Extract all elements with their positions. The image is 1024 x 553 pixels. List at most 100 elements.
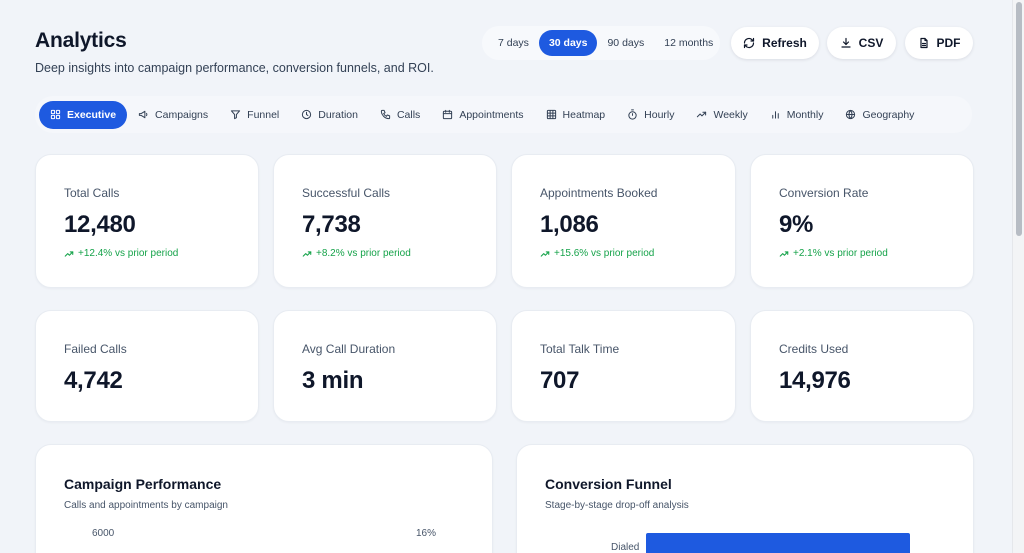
pdf-label: PDF (936, 36, 961, 50)
trend-text: +2.1% vs prior period (793, 248, 888, 259)
stat-card-conversion-rate: Conversion Rate 9% +2.1% vs prior period (750, 154, 974, 288)
stat-trend: +15.6% vs prior period (540, 248, 654, 259)
funnel-stage-label: Dialed (611, 542, 640, 553)
trending-up-icon (302, 250, 312, 257)
document-icon (919, 37, 928, 49)
stat-value: 3 min (302, 367, 364, 394)
stat-label: Conversion Rate (779, 186, 869, 200)
tab-geography[interactable]: Geography (834, 101, 925, 129)
tab-label: Calls (396, 108, 421, 121)
stat-value: 12,480 (64, 211, 136, 238)
stat-trend: +2.1% vs prior period (779, 248, 888, 259)
stat-card-avg-call-duration: Avg Call Duration 3 min (273, 310, 497, 422)
trending-up-icon (697, 111, 707, 118)
tab-executive[interactable]: Executive (39, 100, 128, 129)
tab-appointments[interactable]: Appointments (431, 101, 534, 129)
tab-label: Campaigns (155, 108, 209, 121)
scrollbar-thumb[interactable] (1016, 2, 1022, 236)
tab-heatmap[interactable]: Heatmap (535, 101, 617, 129)
tab-label: Executive (67, 108, 117, 121)
stat-card-successful-calls: Successful Calls 7,738 +8.2% vs prior pe… (273, 154, 497, 288)
clock-icon (302, 109, 312, 120)
tab-label: Funnel (247, 108, 280, 121)
export-csv-button[interactable]: CSV (827, 27, 896, 59)
refresh-label: Refresh (762, 36, 807, 50)
panel-title: Conversion Funnel (545, 476, 672, 492)
heatmap-grid-icon (546, 109, 556, 120)
stat-card-failed-calls: Failed Calls 4,742 (35, 310, 259, 422)
panel-subtitle: Stage-by-stage drop-off analysis (545, 500, 689, 511)
panel-subtitle: Calls and appointments by campaign (64, 500, 228, 511)
tab-label: Geography (862, 108, 915, 121)
tab-label: Duration (318, 108, 358, 121)
trend-text: +12.4% vs prior period (78, 248, 179, 259)
stat-label: Appointments Booked (540, 186, 658, 200)
stat-label: Avg Call Duration (302, 342, 396, 356)
trend-text: +15.6% vs prior period (554, 248, 655, 259)
trend-text: +8.2% vs prior period (316, 248, 411, 259)
stat-trend: +12.4% vs prior period (64, 248, 178, 259)
stat-value: 1,086 (540, 211, 599, 238)
left-axis-tick: 6000 (92, 528, 115, 539)
campaign-performance-panel: Campaign Performance Calls and appointme… (35, 444, 493, 553)
stat-label: Failed Calls (64, 342, 127, 356)
funnel-icon (231, 110, 241, 120)
analytics-tabs: Executive Campaigns Funnel Duration Call… (35, 96, 972, 133)
stat-value: 4,742 (64, 367, 123, 394)
funnel-stage-bar (646, 533, 910, 553)
tab-weekly[interactable]: Weekly (685, 101, 758, 129)
range-12-months[interactable]: 12 months (654, 30, 723, 56)
tab-calls[interactable]: Calls (369, 101, 431, 129)
bar-chart-icon (771, 111, 779, 119)
stat-card-appointments-booked: Appointments Booked 1,086 +15.6% vs prio… (511, 154, 736, 288)
calendar-icon (443, 109, 453, 120)
panel-title: Campaign Performance (64, 476, 222, 492)
stat-card-total-calls: Total Calls 12,480 +12.4% vs prior perio… (35, 154, 259, 288)
stat-card-total-talk-time: Total Talk Time 707 (511, 310, 736, 422)
vertical-scrollbar[interactable] (1012, 0, 1024, 553)
analytics-page: Analytics Deep insights into campaign pe… (0, 0, 1012, 553)
tab-monthly[interactable]: Monthly (759, 101, 835, 129)
stat-label: Total Talk Time (540, 342, 620, 356)
tab-label: Heatmap (562, 108, 606, 121)
conversion-funnel-panel: Conversion Funnel Stage-by-stage drop-of… (516, 444, 974, 553)
stat-label: Credits Used (779, 342, 849, 356)
stat-value: 9% (779, 211, 814, 238)
tab-duration[interactable]: Duration (290, 101, 369, 129)
refresh-icon (744, 37, 755, 49)
stat-label: Total Calls (64, 186, 120, 200)
stat-trend: +8.2% vs prior period (302, 248, 411, 259)
tab-funnel[interactable]: Funnel (219, 101, 290, 129)
megaphone-icon (138, 110, 148, 119)
trending-up-icon (64, 250, 74, 257)
date-range-selector: 7 days 30 days 90 days 12 months (482, 26, 720, 60)
page-subtitle: Deep insights into campaign performance,… (35, 61, 434, 75)
timer-icon (628, 109, 637, 120)
range-30-days[interactable]: 30 days (538, 30, 598, 56)
download-icon (841, 37, 851, 48)
csv-label: CSV (858, 36, 884, 50)
tab-hourly[interactable]: Hourly (616, 101, 685, 129)
refresh-button[interactable]: Refresh (731, 27, 819, 59)
export-pdf-button[interactable]: PDF (905, 27, 973, 59)
stat-value: 14,976 (779, 367, 851, 394)
trending-up-icon (779, 250, 789, 257)
trending-up-icon (540, 250, 550, 257)
right-axis-tick: 16% (416, 528, 437, 539)
page-title: Analytics (35, 29, 127, 52)
stat-value: 707 (540, 367, 580, 394)
tab-label: Appointments (459, 108, 524, 121)
phone-icon (380, 109, 391, 120)
stat-label: Successful Calls (302, 186, 391, 200)
grid-icon (50, 109, 61, 120)
globe-icon (846, 109, 856, 120)
range-90-days[interactable]: 90 days (597, 30, 654, 56)
tab-label: Weekly (713, 108, 748, 121)
stat-card-credits-used: Credits Used 14,976 (750, 310, 974, 422)
tab-label: Monthly (786, 108, 824, 121)
stat-value: 7,738 (302, 211, 361, 238)
tab-label: Hourly (644, 108, 675, 121)
tab-campaigns[interactable]: Campaigns (127, 101, 219, 129)
page-header: Analytics Deep insights into campaign pe… (35, 29, 434, 75)
range-7-days[interactable]: 7 days (488, 30, 539, 56)
